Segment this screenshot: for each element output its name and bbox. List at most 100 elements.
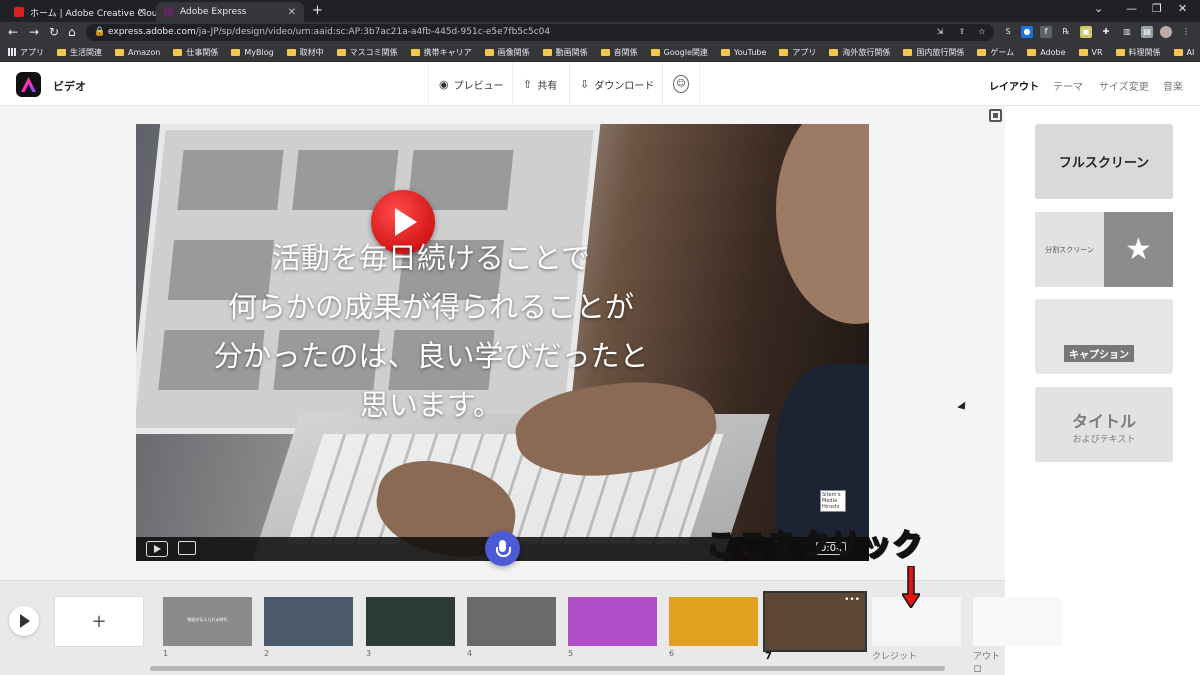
bookmark-item[interactable]: 取材中 xyxy=(286,47,324,58)
bookmark-item[interactable]: VR xyxy=(1078,48,1103,57)
layout-label: キャプション xyxy=(1064,345,1134,362)
close-icon[interactable]: ✕ xyxy=(288,7,296,18)
bookmark-item[interactable]: 動画関係 xyxy=(542,47,588,58)
extension-blue-icon[interactable]: ● xyxy=(1021,26,1033,38)
bookmark-item[interactable]: 国内旅行関係 xyxy=(903,47,964,58)
bookmark-item[interactable]: YouTube xyxy=(720,48,766,57)
avatar[interactable] xyxy=(1160,26,1172,38)
folder-icon xyxy=(410,48,420,56)
express-a-icon xyxy=(21,77,36,92)
browser-toolbar: ← → ↻ ⌂ 🔒 express.adobe.com/ja-JP/sp/des… xyxy=(0,22,1200,43)
sidebar-icon[interactable]: ▥ xyxy=(1121,26,1133,38)
home-icon[interactable]: ⌂ xyxy=(68,25,76,39)
invite-button[interactable]: ☺ xyxy=(662,62,700,106)
tab-theme[interactable]: テーマ xyxy=(1053,78,1083,93)
bookmark-item[interactable]: 料理関係 xyxy=(1115,47,1161,58)
bookmark-item[interactable]: Amazon xyxy=(115,48,160,57)
scene-thumbnail[interactable] xyxy=(568,597,657,646)
bookmark-item[interactable]: 音関係 xyxy=(600,47,638,58)
preview-button[interactable]: ◉ プレビュー xyxy=(428,62,514,106)
bookmark-label: アプリ xyxy=(20,47,44,57)
annotation-click-here: ここをクリック xyxy=(705,527,923,564)
scene-thumbnail[interactable] xyxy=(669,597,758,646)
chevron-down-icon[interactable]: ⌄ xyxy=(1094,2,1103,15)
overlay-text[interactable]: 活動を毎日続けることで 何らかの成果が得られることが 分かったのは、良い学びだっ… xyxy=(136,234,726,430)
scene-preview xyxy=(467,597,556,646)
browser-tab-adobe-express[interactable]: Adobe Express ✕ xyxy=(156,2,304,22)
bookmark-item[interactable]: 生活関連 xyxy=(57,47,102,58)
more-options-icon[interactable]: ••• xyxy=(844,595,860,605)
bookmark-item[interactable]: マスコミ関係 xyxy=(336,47,398,58)
close-icon[interactable]: ✕ xyxy=(138,7,146,18)
layout-fullscreen[interactable]: フルスクリーン xyxy=(1035,124,1173,199)
restore-icon[interactable]: ❐ xyxy=(1152,2,1162,15)
scene-thumbnail[interactable]: 動画が伝えられる時代 xyxy=(163,597,252,646)
star-icon[interactable]: ☆ xyxy=(976,26,988,38)
bookmark-item[interactable]: MyBlog xyxy=(231,48,274,57)
minimize-icon[interactable]: — xyxy=(1126,2,1137,15)
fit-screen-icon[interactable] xyxy=(989,109,1002,122)
folder-icon xyxy=(977,48,987,56)
layout-caption[interactable]: キャプション xyxy=(1035,299,1173,374)
bookmark-item[interactable]: ゲーム xyxy=(977,47,1014,58)
bookmark-item[interactable]: Google関連 xyxy=(650,47,708,58)
scene-thumbnail[interactable] xyxy=(973,597,1062,646)
scene-preview xyxy=(264,597,353,646)
puzzle-icon[interactable]: ✚ xyxy=(1100,26,1112,38)
folder-icon xyxy=(231,48,241,56)
share-icon[interactable]: ⇪ xyxy=(956,26,968,38)
caption-icon[interactable] xyxy=(178,541,196,555)
download-button[interactable]: ⇩ ダウンロード xyxy=(569,62,664,106)
folder-icon xyxy=(650,48,660,56)
extension-rx-icon[interactable]: ℞ xyxy=(1060,26,1072,38)
close-window-icon[interactable]: ✕ xyxy=(1178,2,1187,15)
address-bar[interactable]: 🔒 express.adobe.com/ja-JP/sp/design/vide… xyxy=(86,24,994,41)
record-mic-button[interactable] xyxy=(485,531,520,566)
back-arrow-icon[interactable]: ← xyxy=(8,25,18,39)
forward-arrow-icon[interactable]: → xyxy=(29,25,39,39)
extension-facebook-icon[interactable]: f xyxy=(1040,26,1052,38)
play-icon[interactable] xyxy=(146,541,168,557)
bookmark-item[interactable]: 画像関係 xyxy=(484,47,530,58)
layout-panel: フルスクリーン 分割スクリーン ★ キャプション タイトル およびテキスト xyxy=(1005,106,1200,675)
adobe-express-logo[interactable] xyxy=(16,72,41,97)
tab-music[interactable]: 音楽 xyxy=(1163,78,1183,93)
tab-resize[interactable]: サイズ変更 xyxy=(1099,78,1149,93)
bookmark-label: 海外旅行関係 xyxy=(842,47,891,57)
bookmark-label: 携帯キャリア xyxy=(423,47,472,57)
timeline-scrollbar[interactable] xyxy=(150,666,945,671)
install-icon[interactable]: ⇲ xyxy=(934,26,946,38)
bookmark-item[interactable]: 携帯キャリア xyxy=(410,47,472,58)
bookmark-item[interactable]: Adobe xyxy=(1027,48,1066,57)
extension-book-icon[interactable]: ▤ xyxy=(1141,26,1153,38)
scene-thumbnail[interactable] xyxy=(467,597,556,646)
video-stage[interactable]: 活動を毎日続けることで 何らかの成果が得られることが 分かったのは、良い学びだっ… xyxy=(136,124,869,561)
add-scene-button[interactable]: + xyxy=(54,596,144,647)
overlay-line: 思います。 xyxy=(359,388,503,422)
scene-thumbnail[interactable] xyxy=(264,597,353,646)
reload-icon[interactable]: ↻ xyxy=(49,25,59,39)
bookmark-item[interactable]: 海外旅行関係 xyxy=(829,47,890,58)
scene-number: 6 xyxy=(669,649,675,658)
bookmark-item[interactable]: AI xyxy=(1173,48,1194,57)
bookmark-item[interactable]: アプリ xyxy=(779,47,816,58)
play-all-button[interactable] xyxy=(9,606,39,636)
more-vert-icon[interactable]: ⋮ xyxy=(1180,26,1192,38)
folder-icon xyxy=(1115,48,1125,56)
layout-split-screen[interactable]: 分割スクリーン ★ xyxy=(1035,212,1173,287)
share-button[interactable]: ⇧ 共有 xyxy=(512,62,567,106)
plus-icon[interactable]: + xyxy=(312,3,323,18)
browser-tab-creative-cloud[interactable]: ホーム | Adobe Creative Cloud ✕ xyxy=(6,2,163,22)
bookmark-item[interactable]: 仕事関係 xyxy=(173,47,218,58)
adobe-express-icon xyxy=(164,7,174,17)
scene-thumbnail[interactable]: ••• xyxy=(763,591,867,652)
layout-title-text[interactable]: タイトル およびテキスト xyxy=(1035,387,1173,462)
tab-layout[interactable]: レイアウト xyxy=(989,78,1039,93)
scene-thumbnail[interactable] xyxy=(366,597,455,646)
watermark-line: Hiroshi xyxy=(822,504,840,510)
extension-s-icon[interactable]: S xyxy=(1002,26,1014,38)
document-title[interactable]: ビデオ xyxy=(53,78,86,94)
folder-icon xyxy=(1078,48,1088,56)
extension-image-icon[interactable]: ▣ xyxy=(1080,26,1092,38)
bookmark-item[interactable]: アプリ xyxy=(8,47,44,58)
